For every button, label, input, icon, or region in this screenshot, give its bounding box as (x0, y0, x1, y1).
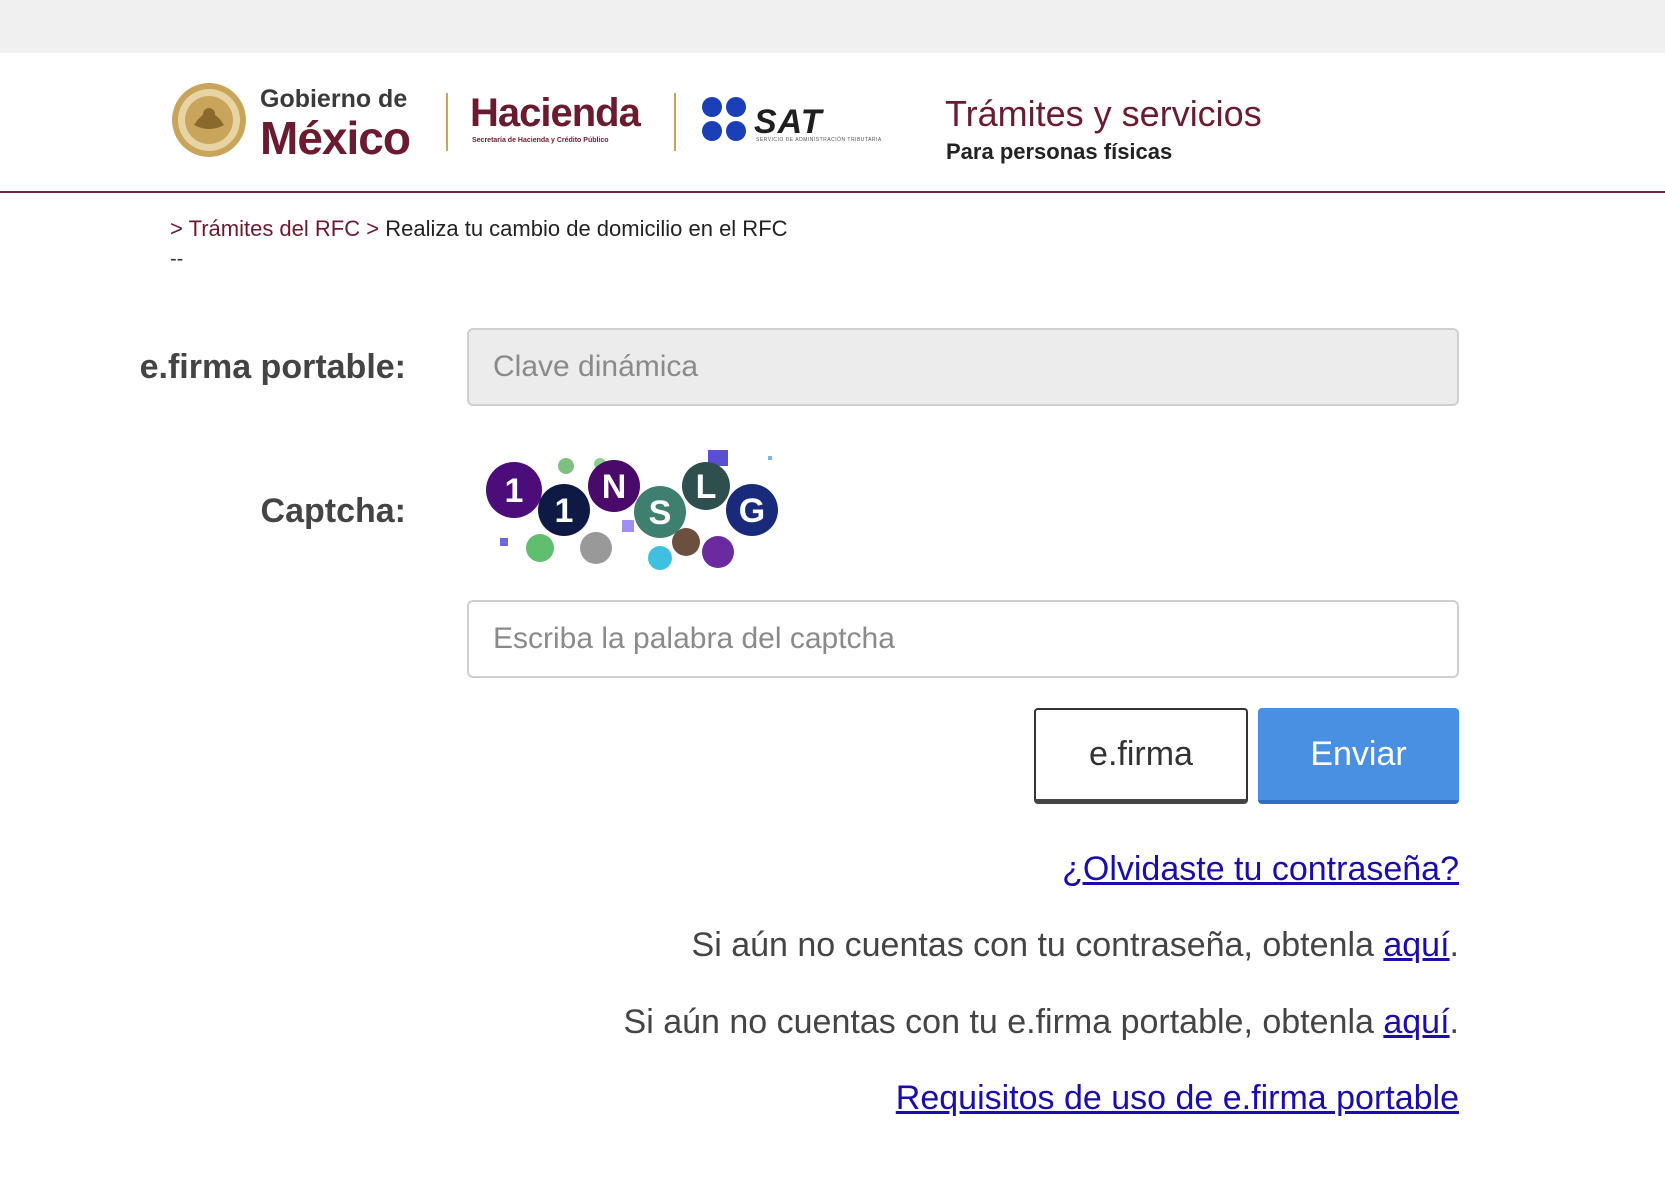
breadcrumb-separator: > (170, 216, 183, 241)
browser-top-bar (0, 0, 1665, 53)
period-text: . (1449, 1003, 1459, 1041)
gobierno-de-label: Gobierno de (260, 85, 408, 113)
obtain-efirma-line: Si aún no cuentas con tu e.firma portabl… (624, 1003, 1459, 1042)
captcha-image: 1 1 N S L G (480, 448, 800, 572)
requisitos-efirma-link[interactable]: Requisitos de uso de e.firma portable (896, 1079, 1459, 1117)
sat-dots-icon (702, 97, 746, 141)
sat-logo[interactable]: SAT SERVICIO DE ADMINISTRACIÓN TRIBUTARI… (700, 95, 930, 155)
captcha-label: Captcha: (260, 492, 406, 530)
hacienda-label: Hacienda (470, 91, 641, 135)
breadcrumb: > Trámites del RFC > Realiza tu cambio d… (170, 216, 788, 242)
hacienda-subtitle: Secretaría de Hacienda y Crédito Público (472, 137, 609, 144)
captcha-char: N (602, 468, 627, 506)
mexico-seal-icon (172, 83, 246, 157)
obtain-password-text: Si aún no cuentas con tu contraseña, obt… (691, 926, 1384, 964)
captcha-char: L (696, 468, 717, 506)
hacienda-logo[interactable]: Hacienda Secretaría de Hacienda y Crédit… (470, 91, 660, 151)
mexico-label: México (260, 112, 411, 164)
page-subtitle: Para personas físicas (946, 139, 1173, 164)
obtain-password-link[interactable]: aquí (1383, 926, 1449, 964)
obtain-password-line: Si aún no cuentas con tu contraseña, obt… (692, 926, 1459, 965)
gobierno-de-mexico-logo[interactable]: Gobierno de México (170, 79, 430, 164)
enviar-button[interactable]: Enviar (1258, 708, 1459, 804)
breadcrumb-link-tramites-rfc[interactable]: Trámites del RFC (189, 216, 361, 241)
captcha-char: G (739, 492, 765, 530)
logo-divider (446, 93, 448, 151)
breadcrumb-current: Realiza tu cambio de domicilio en el RFC (385, 216, 788, 241)
site-header: Gobierno de México Hacienda Secretaría d… (0, 53, 1665, 193)
clave-dinamica-input[interactable] (467, 328, 1459, 406)
period-text: . (1449, 926, 1459, 964)
captcha-input[interactable] (467, 600, 1459, 678)
forgot-password-link[interactable]: ¿Olvidaste tu contraseña? (1062, 850, 1459, 888)
requisitos-line: Requisitos de uso de e.firma portable (896, 1079, 1459, 1118)
logo-divider (674, 93, 676, 151)
efirma-button[interactable]: e.firma (1034, 708, 1248, 804)
breadcrumb-separator: > (366, 216, 380, 241)
obtain-efirma-text: Si aún no cuentas con tu e.firma portabl… (623, 1003, 1384, 1041)
obtain-efirma-link[interactable]: aquí (1383, 1003, 1449, 1041)
captcha-char: 1 (505, 472, 524, 510)
page-title: Trámites y servicios (945, 93, 1262, 134)
forgot-password-line: ¿Olvidaste tu contraseña? (1062, 850, 1459, 889)
breadcrumb-trailer: -- (170, 248, 184, 270)
captcha-char: S (649, 494, 672, 532)
efirma-portable-label: e.firma portable: (139, 348, 406, 386)
captcha-char: 1 (555, 492, 574, 530)
sat-subtitle: SERVICIO DE ADMINISTRACIÓN TRIBUTARIA (756, 137, 882, 143)
